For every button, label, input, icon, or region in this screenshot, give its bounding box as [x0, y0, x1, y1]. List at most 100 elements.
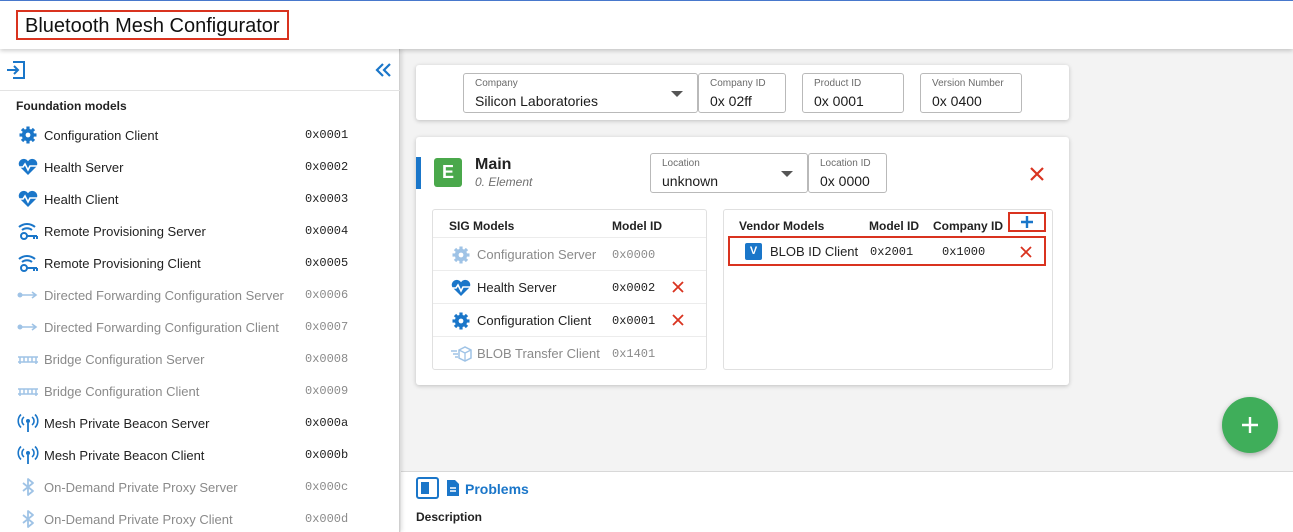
vendor-company-id: 0x1000	[942, 245, 986, 259]
plus-icon	[1021, 216, 1033, 228]
sidebar-model-label: On-Demand Private Proxy Client	[44, 512, 233, 527]
company-value: Silicon Laboratories	[475, 93, 598, 109]
sig-model-id: 0x0002	[612, 281, 656, 295]
location-select[interactable]: Location unknown	[650, 153, 808, 193]
panel-toggle-icon[interactable]	[416, 477, 439, 499]
forward-arrow-icon	[17, 317, 39, 337]
description-column-header: Description	[416, 510, 483, 524]
sidebar-model-id: 0x0007	[305, 320, 349, 334]
sidebar-model-id: 0x0004	[305, 224, 349, 238]
foundation-models-heading: Foundation models	[16, 99, 127, 113]
sig-model-label: Health Server	[477, 280, 557, 295]
sig-model-row[interactable]: Configuration Server 0x0000	[433, 237, 706, 270]
sidebar-model-item[interactable]: Mesh Private Beacon Server 0x000a	[0, 407, 400, 439]
company-select[interactable]: Company Silicon Laboratories	[463, 73, 698, 113]
delete-vendor-model-icon[interactable]	[1020, 246, 1032, 258]
sig-model-label: Configuration Server	[477, 247, 597, 262]
sig-model-row[interactable]: Configuration Client 0x0001	[433, 303, 706, 336]
double-chevron-left-icon[interactable]	[374, 61, 394, 79]
forward-arrow-icon	[17, 285, 39, 305]
sidebar-model-label: Remote Provisioning Server	[44, 224, 206, 239]
sidebar-model-label: Bridge Configuration Server	[44, 352, 205, 367]
sidebar: Foundation models Configuration Client 0x…	[0, 49, 400, 532]
company-id-field[interactable]: Company ID 0x 02ff	[698, 73, 786, 113]
sidebar-model-label: Configuration Client	[44, 128, 159, 143]
sig-model-label: BLOB Transfer Client	[477, 346, 600, 361]
heartbeat-icon	[17, 189, 39, 209]
sidebar-model-id: 0x0006	[305, 288, 349, 302]
sidebar-model-item[interactable]: On-Demand Private Proxy Server 0x000c	[0, 471, 400, 503]
chevron-down-icon	[671, 91, 683, 97]
sidebar-model-item[interactable]: Remote Provisioning Server 0x0004	[0, 215, 400, 247]
wifi-key-icon	[17, 221, 39, 241]
vendor-badge: V	[745, 243, 762, 260]
sidebar-model-item[interactable]: Configuration Client 0x0001	[0, 119, 400, 151]
delete-model-icon[interactable]	[672, 281, 684, 293]
delete-element-icon[interactable]	[1028, 165, 1046, 183]
sidebar-model-id: 0x0001	[305, 128, 349, 142]
element-card: E Main 0. Element Location unknown Locat…	[416, 137, 1069, 385]
sig-model-id: 0x0000	[612, 248, 656, 262]
sidebar-model-label: Directed Forwarding Configuration Server	[44, 288, 284, 303]
sidebar-model-id: 0x000b	[305, 448, 349, 462]
sidebar-model-id: 0x000c	[305, 480, 349, 494]
add-element-button[interactable]	[1222, 397, 1278, 453]
sidebar-model-id: 0x000a	[305, 416, 349, 430]
location-id-field[interactable]: Location ID 0x 0000	[808, 153, 887, 193]
sidebar-model-id: 0x0009	[305, 384, 349, 398]
sig-model-id-header: Model ID	[612, 219, 662, 233]
sidebar-model-id: 0x0005	[305, 256, 349, 270]
version-number-value: 0x 0400	[932, 93, 982, 109]
sidebar-model-label: Mesh Private Beacon Client	[44, 448, 205, 463]
sidebar-model-item[interactable]: Health Client 0x0003	[0, 183, 400, 215]
problems-tab[interactable]: Problems	[465, 481, 529, 497]
bluetooth-icon	[17, 509, 39, 529]
sidebar-model-label: On-Demand Private Proxy Server	[44, 480, 238, 495]
sidebar-model-item[interactable]: Directed Forwarding Configuration Server…	[0, 279, 400, 311]
add-vendor-model-button[interactable]	[1008, 212, 1046, 232]
import-icon[interactable]	[6, 61, 26, 79]
vendor-models-panel: Vendor Models Model ID Company ID V BLOB…	[723, 209, 1053, 370]
location-id-label: Location ID	[820, 158, 871, 169]
product-id-field[interactable]: Product ID 0x 0001	[802, 73, 904, 113]
app-title: Bluetooth Mesh Configurator	[16, 10, 289, 40]
sig-models-header: SIG Models	[449, 219, 515, 233]
sidebar-model-item[interactable]: Mesh Private Beacon Client 0x000b	[0, 439, 400, 471]
sidebar-model-item[interactable]: Bridge Configuration Client 0x0009	[0, 375, 400, 407]
beacon-icon	[17, 445, 39, 465]
plus-icon	[1242, 417, 1258, 433]
sidebar-model-item[interactable]: On-Demand Private Proxy Client 0x000d	[0, 503, 400, 532]
element-badge: E	[434, 158, 462, 187]
company-id-label: Company ID	[710, 78, 766, 89]
sidebar-model-id: 0x0003	[305, 192, 349, 206]
vendor-models-header: Vendor Models	[739, 219, 825, 233]
vendor-model-row[interactable]: V BLOB ID Client 0x2001 0x1000	[728, 236, 1046, 266]
sidebar-model-label: Remote Provisioning Client	[44, 256, 201, 271]
chevron-down-icon	[781, 171, 793, 177]
sidebar-model-label: Directed Forwarding Configuration Client	[44, 320, 279, 335]
blob-transfer-icon	[450, 344, 472, 364]
bluetooth-icon	[17, 477, 39, 497]
sidebar-model-item[interactable]: Bridge Configuration Server 0x0008	[0, 343, 400, 375]
sidebar-model-item[interactable]: Health Server 0x0002	[0, 151, 400, 183]
wifi-key-icon	[17, 253, 39, 273]
version-number-field[interactable]: Version Number 0x 0400	[920, 73, 1022, 113]
sidebar-model-item[interactable]: Directed Forwarding Configuration Client…	[0, 311, 400, 343]
problems-panel: Problems Description	[401, 471, 1293, 532]
sidebar-model-item[interactable]: Remote Provisioning Client 0x0005	[0, 247, 400, 279]
sidebar-model-label: Bridge Configuration Client	[44, 384, 200, 399]
document-icon	[447, 480, 459, 496]
delete-model-icon[interactable]	[672, 314, 684, 326]
sig-model-row[interactable]: Health Server 0x0002	[433, 270, 706, 303]
sidebar-model-label: Mesh Private Beacon Server	[44, 416, 210, 431]
heartbeat-icon	[450, 278, 472, 298]
vendor-model-id: 0x2001	[870, 245, 914, 259]
company-card: Company Silicon Laboratories Company ID …	[416, 65, 1069, 120]
sidebar-model-id: 0x0002	[305, 160, 349, 174]
sig-model-row[interactable]: BLOB Transfer Client 0x1401	[433, 336, 706, 369]
gear-icon	[17, 125, 39, 145]
location-id-value: 0x 0000	[820, 173, 870, 189]
gear-icon	[450, 245, 472, 265]
vendor-company-id-header: Company ID	[933, 219, 1004, 233]
sidebar-model-label: Health Client	[44, 192, 119, 207]
